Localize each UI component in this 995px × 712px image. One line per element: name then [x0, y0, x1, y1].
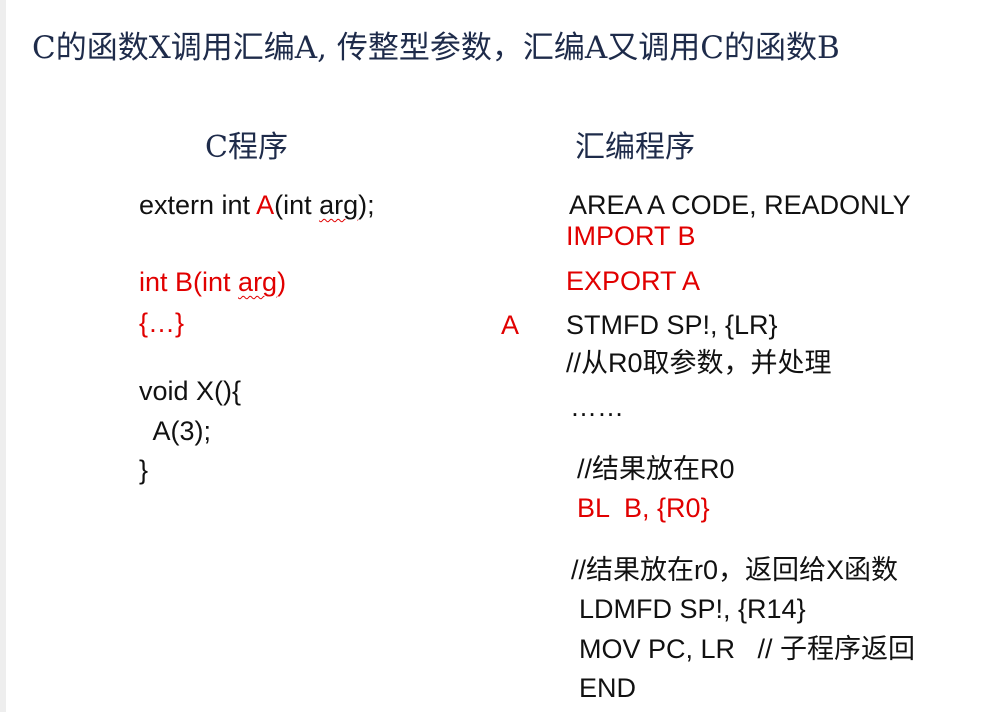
asm-area-line: AREA A CODE, READONLY	[569, 190, 911, 220]
asm-comment-return: //结果放在r0，返回给X函数	[571, 555, 899, 585]
asm-comment-result: //结果放在R0	[577, 454, 735, 484]
asm-ldmfd-line: LDMFD SP!, {R14}	[579, 594, 806, 624]
slide-title: C的函数X调用汇编A, 传整型参数，汇编A又调用C的函数B	[32, 30, 840, 66]
c-extern-line: extern int A(int arg);	[139, 190, 375, 220]
c-program-heading: C程序	[205, 130, 288, 165]
c-x-close: }	[139, 455, 149, 485]
asm-export-line: EXPORT A	[566, 266, 701, 296]
c-extern-suffix: );	[358, 190, 375, 220]
asm-mov-line: MOV PC, LR // 子程序返回	[579, 634, 916, 664]
asm-program-heading: 汇编程序	[575, 130, 695, 165]
c-extern-prefix: extern int	[139, 190, 257, 220]
c-b-decl-pre: int B(int	[139, 267, 239, 297]
left-border	[0, 0, 6, 712]
c-b-decl-post: )	[277, 267, 287, 297]
asm-ellipsis: ……	[570, 392, 624, 422]
asm-stmfd-line: STMFD SP!, {LR}	[566, 310, 778, 340]
asm-label-a: A	[501, 310, 520, 340]
c-b-declaration: int B(int arg)	[139, 267, 286, 297]
asm-comment-fetch-arg: //从R0取参数，并处理	[566, 348, 832, 378]
c-extern-func-name: A	[256, 190, 275, 220]
c-extern-params: (int	[274, 190, 320, 220]
asm-import-line: IMPORT B	[566, 221, 696, 251]
asm-bl-line: BL B, {R0}	[577, 493, 710, 523]
c-b-decl-arg: arg	[238, 267, 278, 297]
c-b-body: {…}	[139, 308, 185, 338]
asm-end-line: END	[579, 673, 637, 703]
c-x-declaration: void X(){	[139, 376, 242, 406]
c-extern-arg: arg	[319, 190, 359, 220]
c-x-call: A(3);	[139, 416, 212, 446]
